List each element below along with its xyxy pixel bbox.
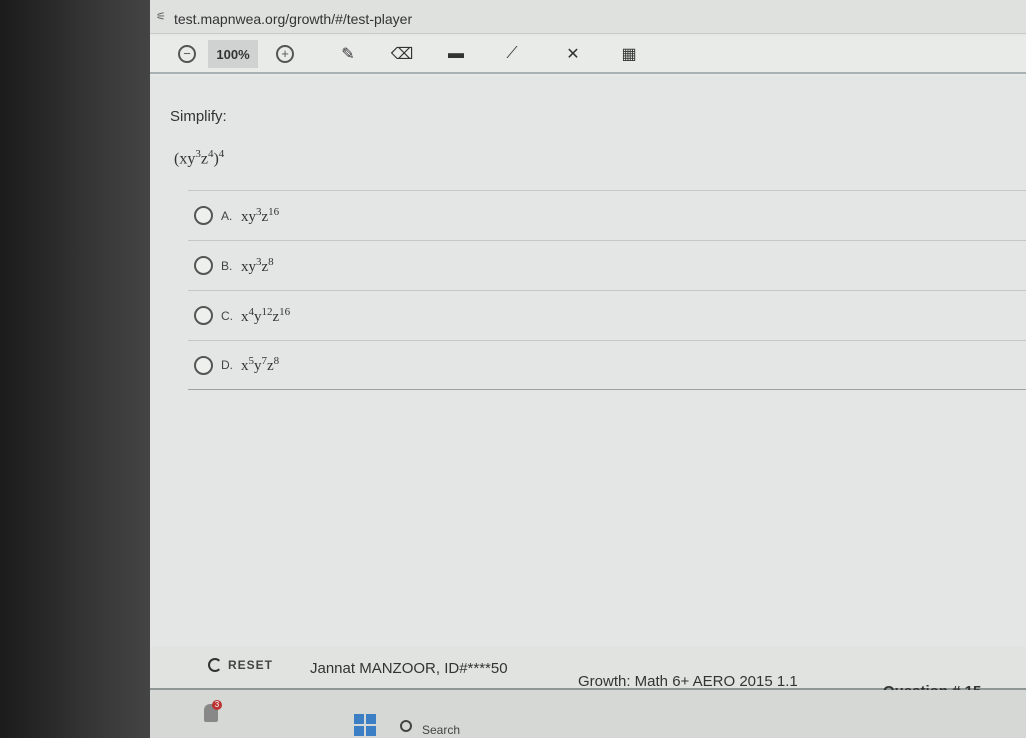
option-letter: C. <box>221 308 233 323</box>
pencil-icon: ✎ <box>341 46 355 63</box>
answer-option-a[interactable]: A. xy3z16 <box>188 190 1026 240</box>
radio-button[interactable] <box>194 306 213 325</box>
highlighter-icon: ▬ <box>448 45 464 62</box>
answer-eliminator-button[interactable]: ✕ <box>556 40 590 68</box>
eliminate-icon: ✕ <box>566 46 580 63</box>
option-letter: D. <box>221 358 233 372</box>
line-reader-tool-button[interactable]: ⟋ <box>496 40 528 68</box>
answer-choices: A. xy3z16 B. xy3z8 C. x4y12z16 D. x5y7z8 <box>188 190 1026 390</box>
radio-button[interactable] <box>194 256 213 275</box>
option-letter: B. <box>221 258 233 273</box>
test-name: Growth: Math 6+ AERO 2015 1.1 <box>578 673 798 690</box>
answer-option-d[interactable]: D. x5y7z8 <box>188 340 1026 390</box>
address-bar[interactable]: ⚟ test.mapnwea.org/growth/#/test-player <box>150 0 1026 34</box>
notification-badge: 3 <box>212 700 222 710</box>
option-formula: xy3z16 <box>241 205 280 225</box>
option-formula: x5y7z8 <box>241 355 280 374</box>
question-panel: Simplify: (xy3z4)4 A. xy3z16 B. xy3z8 C.… <box>150 76 1026 646</box>
screen: ⚟ test.mapnwea.org/growth/#/test-player … <box>150 0 1026 738</box>
taskbar: 3 Search <box>150 690 1026 738</box>
reset-label: RESET <box>228 658 274 672</box>
test-footer: RESET Jannat MANZOOR, ID#****50 Growth: … <box>150 646 1026 700</box>
line-reader-icon: ⟋ <box>506 45 518 62</box>
calculator-icon: ▦ <box>621 46 637 63</box>
option-formula: xy3z8 <box>241 255 274 275</box>
answer-option-c[interactable]: C. x4y12z16 <box>188 290 1026 340</box>
option-formula: x4y12z16 <box>241 305 291 325</box>
plus-icon: + <box>276 45 294 63</box>
eraser-icon: ⌫ <box>390 46 414 63</box>
zoom-out-button[interactable]: − <box>176 40 198 68</box>
search-icon[interactable] <box>400 720 412 732</box>
windows-start-icon[interactable] <box>354 714 376 736</box>
radio-button[interactable] <box>194 206 213 225</box>
highlighter-tool-button[interactable]: ▬ <box>442 40 470 68</box>
test-toolbar: − 100% + ✎ ⌫ ▬ ⟋ ✕ ▦ <box>150 36 1026 74</box>
answer-option-b[interactable]: B. xy3z8 <box>188 240 1026 290</box>
question-prompt: Simplify: <box>170 108 227 125</box>
calculator-button[interactable]: ▦ <box>614 40 644 68</box>
eraser-tool-button[interactable]: ⌫ <box>382 40 422 68</box>
pencil-tool-button[interactable]: ✎ <box>328 40 368 68</box>
option-letter: A. <box>221 208 233 223</box>
refresh-icon <box>208 658 222 672</box>
question-expression: (xy3z4)4 <box>174 148 225 168</box>
url-text[interactable]: test.mapnwea.org/growth/#/test-player <box>174 11 412 27</box>
zoom-level: 100% <box>208 40 258 68</box>
site-settings-icon[interactable]: ⚟ <box>156 12 170 23</box>
student-info: Jannat MANZOOR, ID#****50 <box>310 660 508 677</box>
zoom-in-button[interactable]: + <box>274 40 296 68</box>
taskbar-search[interactable]: Search <box>422 723 460 737</box>
minus-icon: − <box>178 45 196 63</box>
reset-button[interactable]: RESET <box>208 658 273 672</box>
radio-button[interactable] <box>194 355 213 375</box>
